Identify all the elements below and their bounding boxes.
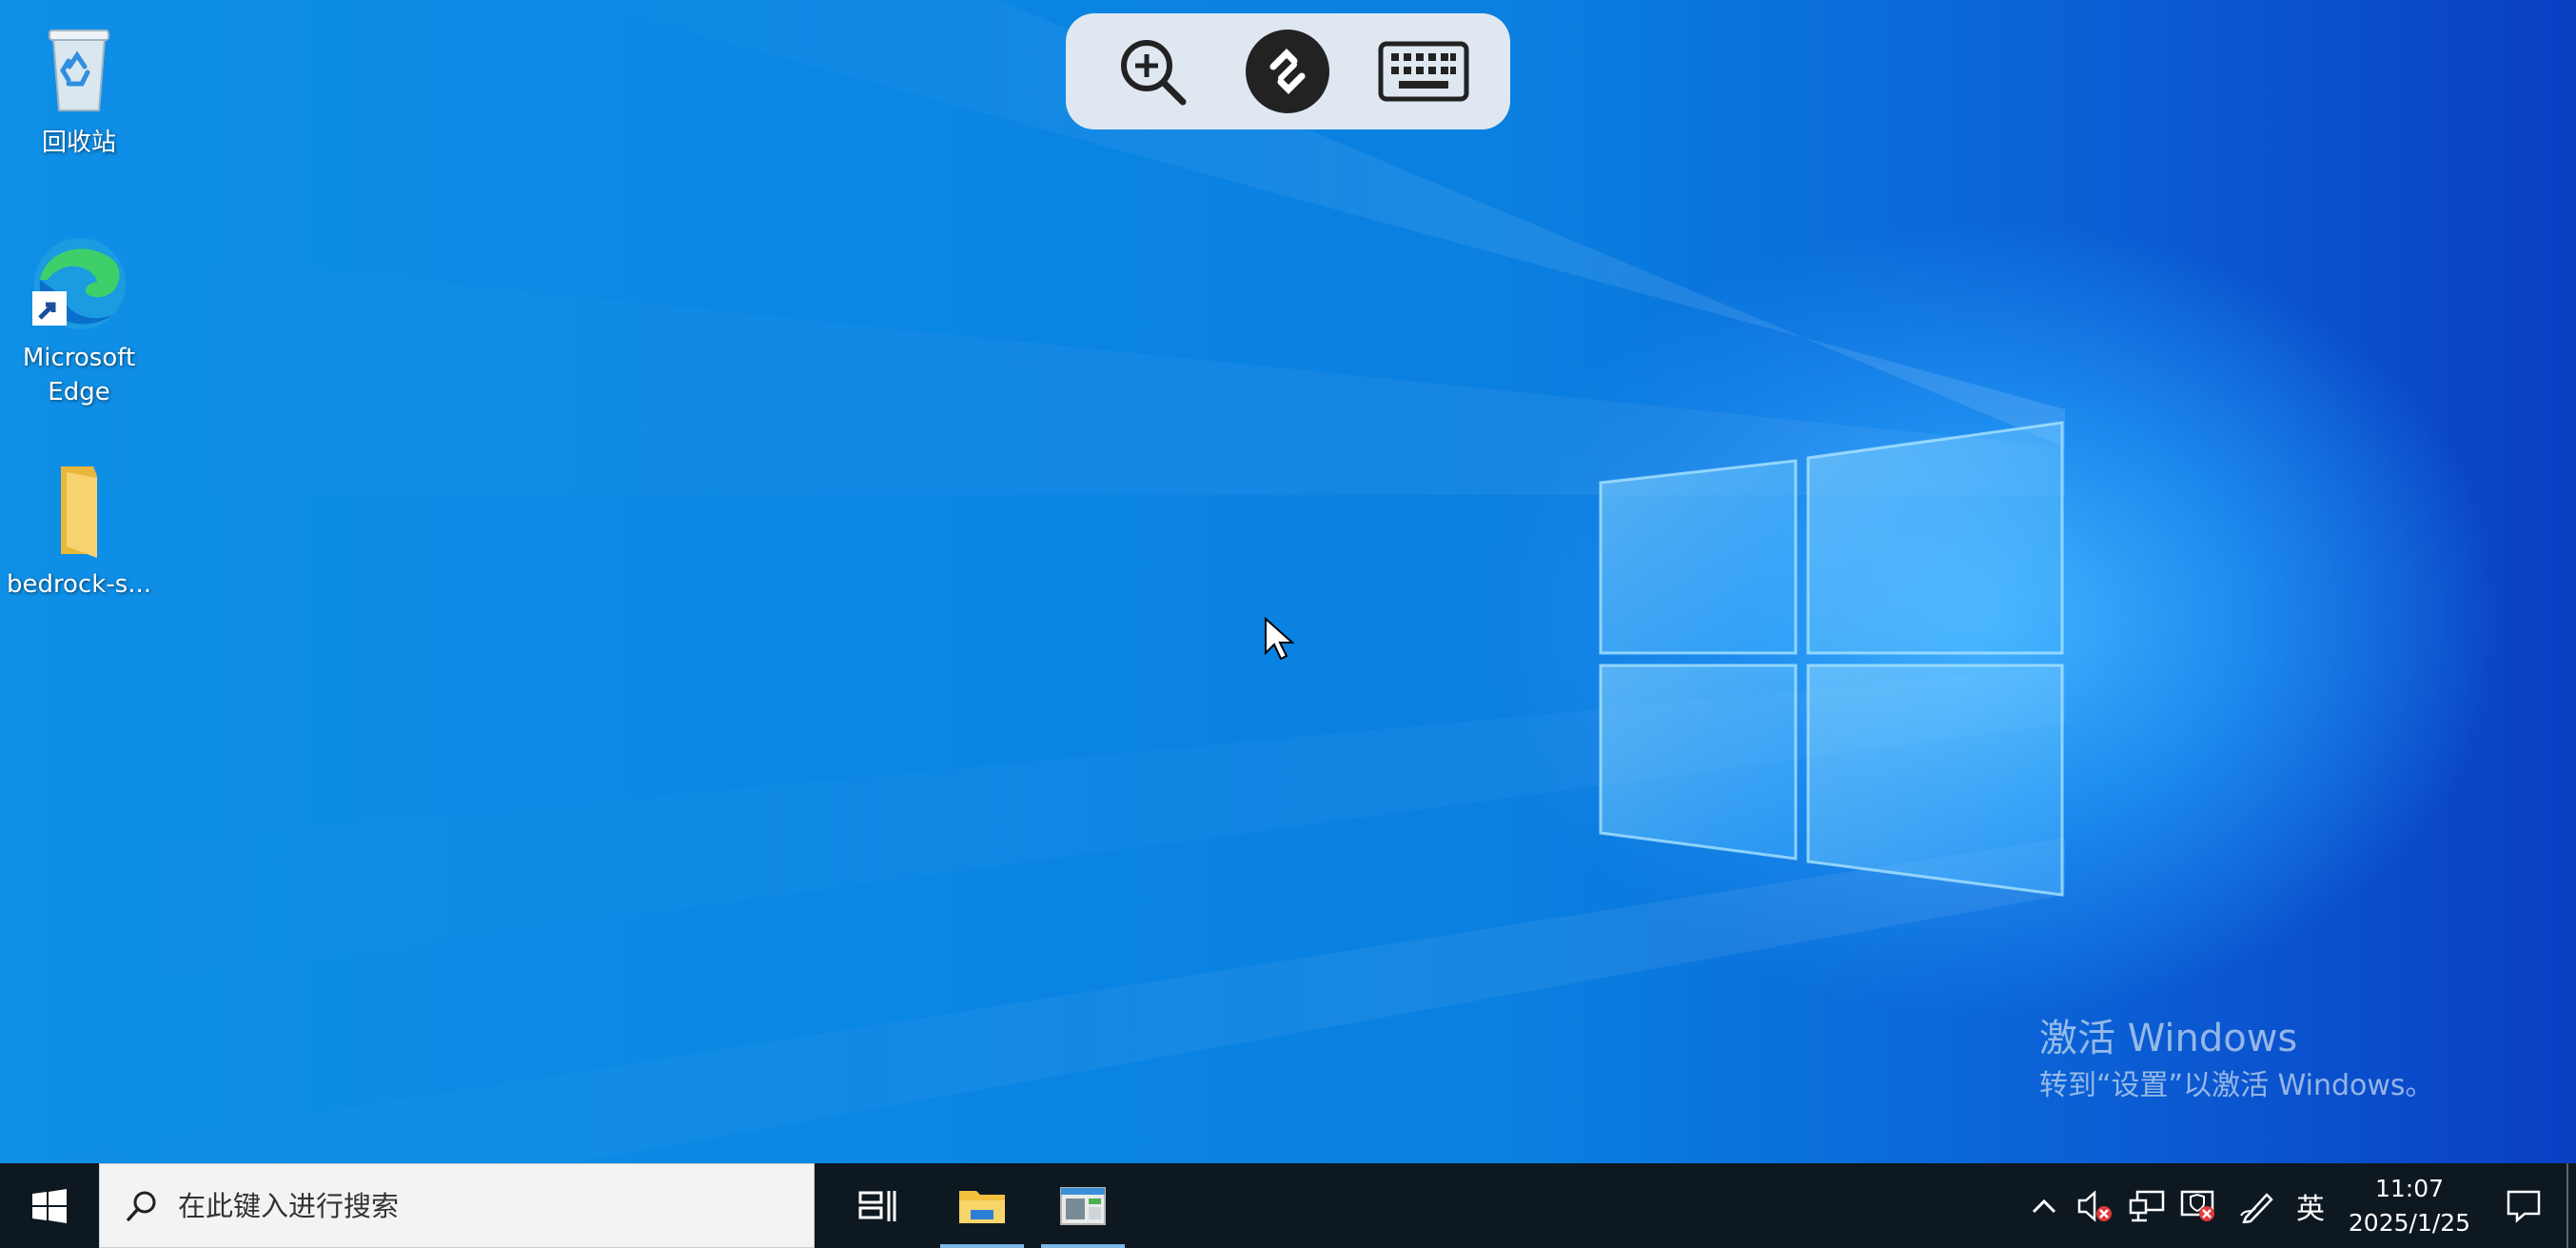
desktop[interactable]: 回收站 Microsoft Edge bedrock-s... 激活 Windo… bbox=[0, 0, 2576, 1248]
app-window-icon bbox=[1060, 1186, 1106, 1225]
start-button[interactable] bbox=[0, 1163, 99, 1248]
volume-muted-icon bbox=[2077, 1189, 2112, 1222]
wallpaper bbox=[0, 0, 2065, 1163]
watermark-title: 激活 Windows bbox=[2039, 1017, 2298, 1060]
tray-overflow-button[interactable] bbox=[2018, 1163, 2070, 1248]
pen-button[interactable] bbox=[2232, 1163, 2283, 1248]
notification-button[interactable] bbox=[2481, 1163, 2566, 1248]
desktop-icon-label: 回收站 bbox=[41, 129, 116, 157]
task-view-button[interactable] bbox=[836, 1163, 919, 1248]
system-tray: 英 11:07 2025/1/25 bbox=[2018, 1163, 2576, 1248]
security-button[interactable] bbox=[2173, 1163, 2224, 1248]
notification-icon bbox=[2507, 1190, 2541, 1223]
desktop-icon-edge[interactable]: Microsoft Edge bbox=[4, 232, 154, 409]
remote-desktop-button[interactable] bbox=[1240, 24, 1335, 119]
desktop-icon-recycle-bin[interactable]: 回收站 bbox=[4, 17, 154, 160]
network-icon bbox=[2129, 1190, 2165, 1221]
volume-button[interactable] bbox=[2070, 1163, 2121, 1248]
file-explorer-icon bbox=[959, 1190, 1005, 1223]
search-icon bbox=[127, 1191, 156, 1221]
pen-icon bbox=[2240, 1192, 2273, 1223]
security-alert-icon bbox=[2180, 1190, 2214, 1221]
show-desktop-button[interactable] bbox=[2566, 1163, 2576, 1248]
folder-icon bbox=[61, 466, 97, 558]
zoom-in-icon bbox=[1121, 40, 1187, 106]
chevron-up-icon bbox=[2032, 1198, 2056, 1213]
taskbar-search-box[interactable] bbox=[99, 1163, 815, 1248]
clock-date: 2025/1/25 bbox=[2348, 1208, 2471, 1237]
keyboard-icon bbox=[1378, 41, 1469, 102]
desktop-icon-label: Microsoft Edge bbox=[22, 344, 136, 406]
watermark-subtitle: 转到“设置”以激活 Windows。 bbox=[2039, 1069, 2434, 1102]
app-window-button[interactable] bbox=[1037, 1163, 1129, 1248]
task-view-icon bbox=[858, 1190, 896, 1221]
clock-time: 11:07 bbox=[2374, 1174, 2445, 1202]
desktop-icon-label: bedrock-s... bbox=[6, 570, 152, 599]
search-input[interactable] bbox=[176, 1188, 751, 1223]
activation-watermark: 激活 Windows 转到“设置”以激活 Windows。 bbox=[2039, 1012, 2434, 1107]
file-explorer-button[interactable] bbox=[936, 1163, 1028, 1248]
clock[interactable]: 11:07 2025/1/25 bbox=[2338, 1163, 2481, 1248]
windows-start-icon bbox=[32, 1188, 67, 1223]
desktop-icon-folder[interactable]: bedrock-s... bbox=[4, 459, 154, 602]
remote-toolbar bbox=[1066, 13, 1510, 129]
recycle-bin-icon bbox=[49, 30, 109, 111]
mouse-cursor-icon bbox=[1265, 617, 1295, 661]
network-button[interactable] bbox=[2121, 1163, 2173, 1248]
ime-button[interactable]: 英 bbox=[2283, 1163, 2338, 1248]
edge-icon bbox=[32, 238, 126, 329]
remote-desktop-icon bbox=[1246, 30, 1330, 113]
taskbar: 英 11:07 2025/1/25 bbox=[0, 1163, 2576, 1248]
windows-logo bbox=[1599, 421, 2064, 897]
keyboard-button[interactable] bbox=[1376, 24, 1471, 119]
zoom-button[interactable] bbox=[1105, 24, 1200, 119]
